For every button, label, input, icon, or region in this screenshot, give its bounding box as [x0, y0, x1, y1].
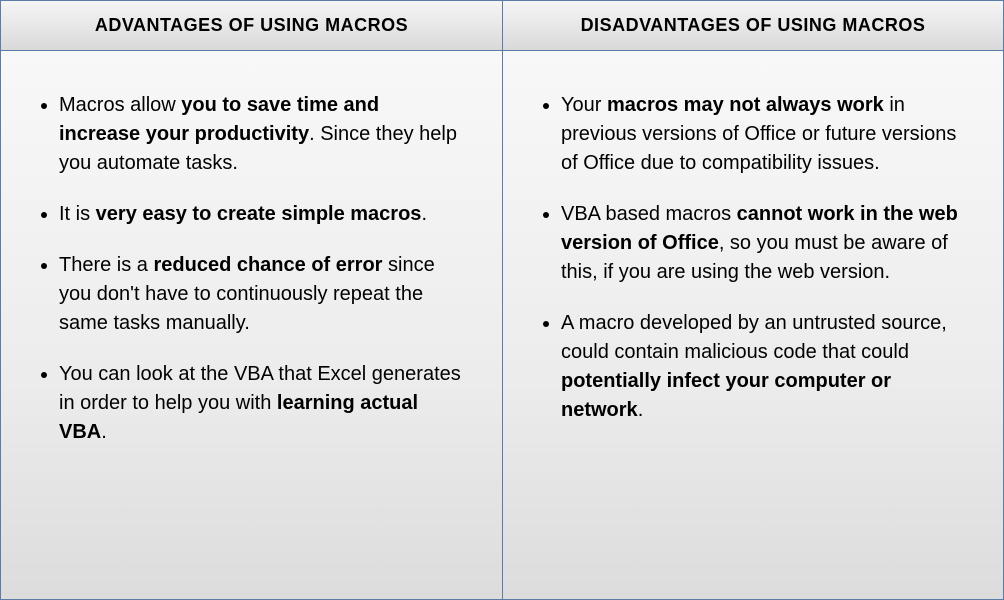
disadvantages-header-text: DISADVANTAGES OF USING MACROS: [581, 15, 926, 36]
bold-text: reduced chance of error: [153, 254, 382, 276]
advantages-list: Macros allow you to save time and increa…: [31, 91, 472, 447]
disadvantages-list: Your macros may not always work in previ…: [533, 91, 973, 425]
text-run: .: [638, 399, 644, 421]
text-run: A macro developed by an untrusted source…: [561, 312, 947, 363]
advantages-body: Macros allow you to save time and increa…: [1, 51, 502, 599]
list-item: Macros allow you to save time and increa…: [59, 91, 472, 178]
disadvantages-body: Your macros may not always work in previ…: [503, 51, 1003, 599]
bold-text: very easy to create simple macros: [96, 203, 422, 225]
text-run: .: [101, 421, 107, 443]
advantages-column: ADVANTAGES OF USING MACROS Macros allow …: [1, 1, 502, 599]
advantages-header: ADVANTAGES OF USING MACROS: [1, 1, 502, 51]
text-run: .: [421, 203, 427, 225]
advantages-header-text: ADVANTAGES OF USING MACROS: [95, 15, 408, 36]
list-item: VBA based macros cannot work in the web …: [561, 200, 973, 287]
comparison-table: ADVANTAGES OF USING MACROS Macros allow …: [0, 0, 1004, 600]
disadvantages-header: DISADVANTAGES OF USING MACROS: [503, 1, 1003, 51]
disadvantages-column: DISADVANTAGES OF USING MACROS Your macro…: [502, 1, 1003, 599]
bold-text: macros may not always work: [607, 94, 884, 116]
text-run: There is a: [59, 254, 153, 276]
bold-text: potentially infect your computer or netw…: [561, 370, 891, 421]
text-run: It is: [59, 203, 96, 225]
text-run: Macros allow: [59, 94, 181, 116]
list-item: You can look at the VBA that Excel gener…: [59, 360, 472, 447]
list-item: Your macros may not always work in previ…: [561, 91, 973, 178]
list-item: It is very easy to create simple macros.: [59, 200, 472, 229]
list-item: There is a reduced chance of error since…: [59, 251, 472, 338]
text-run: VBA based macros: [561, 203, 737, 225]
list-item: A macro developed by an untrusted source…: [561, 309, 973, 425]
text-run: Your: [561, 94, 607, 116]
